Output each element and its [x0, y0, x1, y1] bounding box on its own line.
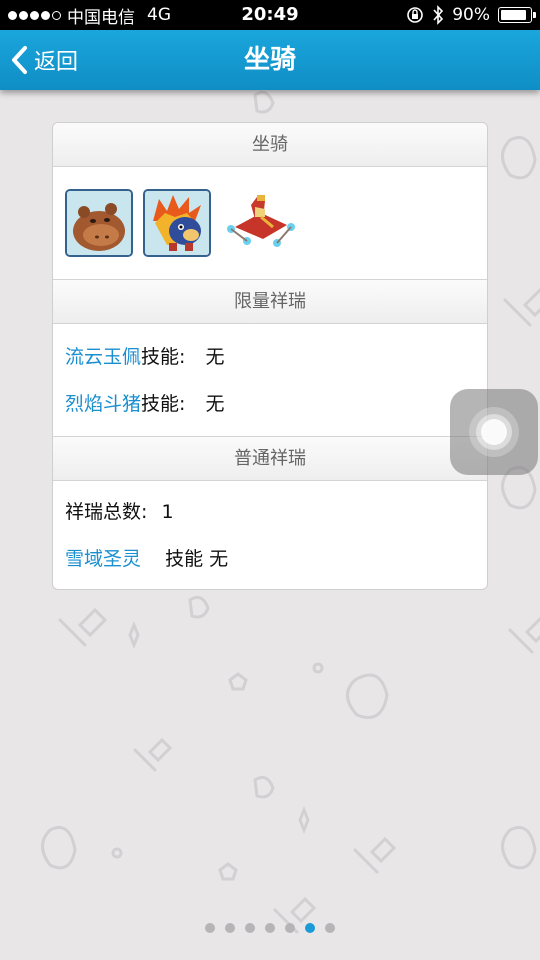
status-bar: 中国电信 4G 20:49 90%	[0, 0, 540, 30]
page-dot[interactable]	[285, 923, 295, 933]
normal-item-name-link[interactable]: 雪域圣灵	[65, 548, 141, 570]
mount-icon-dragon[interactable]	[143, 189, 211, 257]
page-dot[interactable]	[325, 923, 335, 933]
mounts-section-header: 坐骑	[53, 123, 487, 167]
status-right: 90%	[406, 0, 536, 30]
skill-value: 无	[209, 548, 229, 570]
normal-list: 祥瑞总数: 1 雪域圣灵 技能 无	[53, 481, 487, 589]
lock-rotation-icon	[407, 7, 424, 23]
list-item: 雪域圣灵 技能 无	[65, 536, 475, 583]
skill-label: 技能:	[141, 393, 186, 415]
mount-icons-row	[53, 167, 487, 279]
page-title: 坐骑	[243, 45, 296, 75]
battery-percent: 90%	[452, 5, 490, 25]
list-item: 流云玉佩技能: 无	[65, 334, 475, 381]
assistive-touch-button[interactable]	[450, 389, 538, 475]
limited-section-header: 限量祥瑞	[53, 279, 487, 324]
page-dot[interactable]	[245, 923, 255, 933]
count-label: 祥瑞总数:	[65, 501, 148, 523]
mount-icon-flying-sled[interactable]	[221, 189, 299, 257]
limited-item-name-link[interactable]: 烈焰斗猪	[65, 393, 141, 415]
count-value: 1	[161, 501, 174, 523]
dragon-mount-icon	[145, 191, 209, 255]
bluetooth-icon	[433, 5, 444, 25]
normal-count-row: 祥瑞总数: 1	[65, 489, 475, 536]
page-dot[interactable]	[225, 923, 235, 933]
list-item: 烈焰斗猪技能: 无	[65, 381, 475, 428]
skill-label: 技能:	[141, 346, 186, 368]
battery-icon	[498, 7, 536, 23]
limited-item-name-link[interactable]: 流云玉佩	[65, 346, 141, 368]
skill-value: 无	[205, 393, 225, 415]
page-dot[interactable]	[265, 923, 275, 933]
normal-section-header: 普通祥瑞	[53, 436, 487, 481]
skill-value: 无	[205, 346, 225, 368]
page-dot-active[interactable]	[305, 923, 315, 933]
hippo-mount-icon	[67, 191, 131, 255]
flying-sled-mount-icon	[227, 195, 295, 247]
mount-card: 坐骑 限量祥瑞 流云玉佩技能: 无 烈焰斗猪技能: 无 普通祥瑞 祥瑞总数: 1…	[52, 122, 488, 590]
nav-bar: 返回 坐骑	[0, 30, 540, 90]
page-dot[interactable]	[205, 923, 215, 933]
page-indicator	[0, 923, 540, 933]
skill-label: 技能	[165, 548, 204, 570]
mount-icon-hippo[interactable]	[65, 189, 133, 257]
limited-list: 流云玉佩技能: 无 烈焰斗猪技能: 无	[53, 324, 487, 436]
